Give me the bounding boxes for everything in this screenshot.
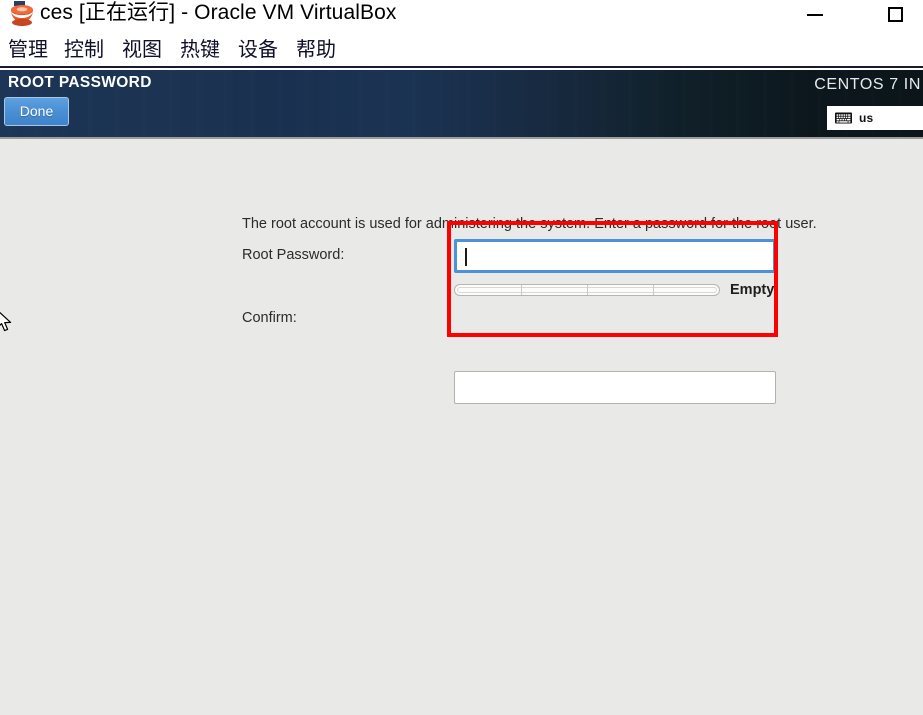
menu-item-control[interactable]: 控制 (64, 34, 104, 64)
installer-header: ROOT PASSWORD Done CENTOS 7 IN us (0, 70, 923, 139)
page-title: ROOT PASSWORD (8, 74, 152, 91)
maximize-icon (888, 7, 903, 22)
text-caret (465, 248, 467, 266)
virtualbox-window: ces [正在运行] - Oracle VM VirtualBox 管理 控制 … (0, 0, 923, 715)
keyboard-icon (835, 112, 852, 124)
strength-segment-divider (521, 285, 522, 295)
menu-item-devices[interactable]: 设备 (238, 34, 278, 64)
minimize-button[interactable] (796, 0, 842, 30)
root-password-input[interactable] (454, 239, 776, 273)
confirm-password-input[interactable] (454, 371, 776, 404)
maximize-button[interactable] (877, 0, 923, 30)
menu-item-help[interactable]: 帮助 (296, 34, 336, 64)
virtualbox-icon (9, 1, 35, 27)
done-button[interactable]: Done (4, 97, 69, 126)
password-strength-meter (454, 284, 720, 296)
form-description: The root account is used for administeri… (242, 216, 817, 232)
password-strength-label: Empty (730, 282, 775, 298)
strength-segment-divider (653, 285, 654, 295)
window-title: ces [正在运行] - Oracle VM VirtualBox (40, 1, 397, 24)
menubar: 管理 控制 视图 热键 设备 帮助 (0, 30, 923, 68)
confirm-password-label: Confirm: (242, 310, 297, 326)
root-password-form: The root account is used for administeri… (0, 139, 923, 715)
mouse-cursor (0, 311, 12, 332)
menu-item-manage[interactable]: 管理 (8, 34, 48, 64)
password-strength-row: Empty (454, 280, 776, 302)
minimize-icon (807, 14, 823, 16)
window-titlebar: ces [正在运行] - Oracle VM VirtualBox (0, 0, 923, 30)
keyboard-layout-indicator[interactable]: us (827, 106, 923, 130)
strength-segment-divider (587, 285, 588, 295)
guest-screen: ROOT PASSWORD Done CENTOS 7 IN us The ro… (0, 70, 923, 715)
distro-label: CENTOS 7 IN (814, 76, 921, 93)
root-password-label: Root Password: (242, 247, 345, 263)
menu-item-hotkeys[interactable]: 热键 (180, 34, 220, 64)
menu-item-view[interactable]: 视图 (122, 34, 162, 64)
keyboard-layout-label: us (859, 111, 874, 125)
